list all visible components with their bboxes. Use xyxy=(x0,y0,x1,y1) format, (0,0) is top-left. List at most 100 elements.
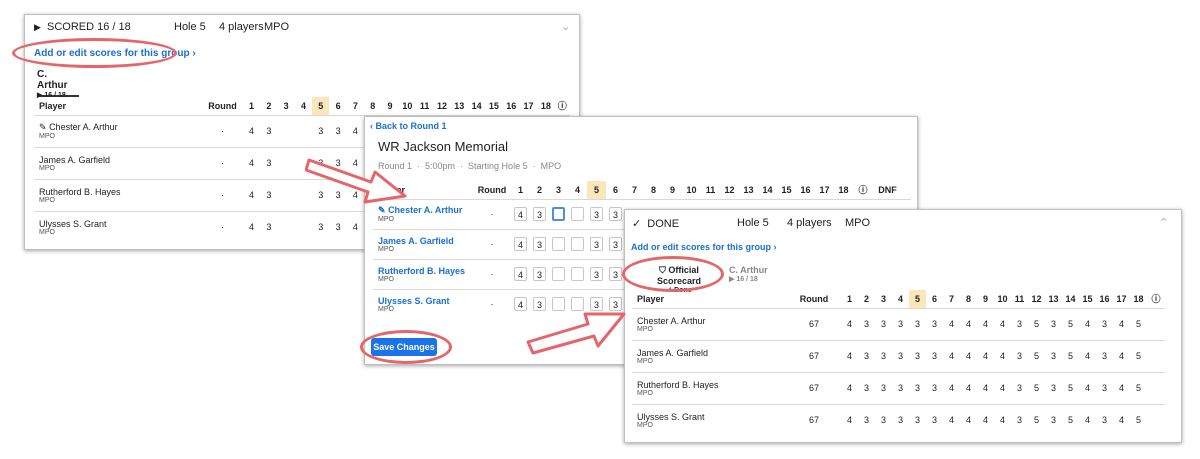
col-header-hole: 4 xyxy=(897,293,903,304)
col-header-hole: 6 xyxy=(931,293,937,304)
card-tab[interactable]: C. Arthur ▶ 16 / 18 xyxy=(729,265,777,289)
score-input[interactable]: 3 xyxy=(533,207,546,221)
score-input[interactable]: 3 xyxy=(609,207,622,221)
score-input[interactable]: 3 xyxy=(590,207,603,221)
group-header[interactable]: ✓ DONE Hole 5 4 players MPO ⌃ xyxy=(632,217,1172,231)
score-input[interactable]: 4 xyxy=(514,237,527,251)
table-row[interactable]: Chester A. Arthur MPO 67 4333334444353543… xyxy=(632,307,1165,340)
score-input-active[interactable] xyxy=(552,207,565,221)
col-header-hole: 13 xyxy=(1048,293,1059,304)
score-cell: 3 xyxy=(858,307,875,340)
score-cell: 4 xyxy=(841,307,858,340)
score-cell: 4 xyxy=(994,403,1011,436)
score-input[interactable]: 3 xyxy=(590,237,603,251)
col-header-hole: 13 xyxy=(743,184,754,195)
player-name[interactable]: Ulysses S. Grant xyxy=(378,296,473,306)
score-cell: 5 xyxy=(1062,339,1079,372)
info-icon[interactable]: ⓘ xyxy=(853,181,873,199)
table-row[interactable]: James A. Garfield MPO 67 4333334444353543… xyxy=(632,339,1165,372)
group-panel-done: ✓ DONE Hole 5 4 players MPO ⌃ Add or edi… xyxy=(624,209,1182,443)
group-header[interactable]: ▶ SCORED 16 / 18 Hole 5 4 players MPO ⌄ xyxy=(34,21,574,35)
score-input[interactable]: 3 xyxy=(609,237,622,251)
player-name: Rutherford B. Hayes xyxy=(637,379,719,390)
score-cell: 3 xyxy=(1045,403,1062,436)
info-icon[interactable]: ⓘ xyxy=(555,97,571,115)
player-name[interactable]: James A. Garfield xyxy=(378,236,473,246)
score-cell: 3 xyxy=(329,210,347,243)
score-input[interactable] xyxy=(552,267,565,281)
col-header-hole: 17 xyxy=(1116,293,1127,304)
score-cell: 4 xyxy=(943,307,960,340)
chevron-down-icon[interactable]: ⌄ xyxy=(561,20,570,33)
score-input[interactable] xyxy=(571,267,584,281)
score-cell: 3 xyxy=(312,210,330,243)
player-name[interactable]: Rutherford B. Hayes xyxy=(378,266,473,276)
score-cell: 3 xyxy=(926,339,943,372)
score-cell xyxy=(277,114,295,147)
highlight-oval xyxy=(360,330,452,364)
col-header-hole: 18 xyxy=(838,184,849,195)
col-header-hole: 9 xyxy=(982,293,988,304)
score-cell: 3 xyxy=(875,403,892,436)
score-cell: 4 xyxy=(346,210,365,243)
score-cell: 3 xyxy=(1011,403,1028,436)
table-row[interactable]: Rutherford B. Hayes MPO 67 43333344443535… xyxy=(632,371,1165,404)
score-cell: 5 xyxy=(1130,307,1147,340)
col-header-hole: 11 xyxy=(705,184,716,195)
table-row[interactable]: Ulysses S. Grant MPO 67 43333344443535434… xyxy=(632,403,1165,436)
score-cell: 3 xyxy=(1011,371,1028,404)
col-header-hole: 7 xyxy=(352,100,358,111)
score-cell: 4 xyxy=(994,307,1011,340)
score-input[interactable]: 4 xyxy=(514,267,527,281)
back-link[interactable]: ‹ Back to Round 1 xyxy=(370,121,447,131)
score-cell: 3 xyxy=(909,403,926,436)
score-cell: 3 xyxy=(1011,339,1028,372)
score-cell: 4 xyxy=(1079,339,1096,372)
round-cell: · xyxy=(202,178,243,211)
play-icon: ▶ xyxy=(34,22,41,32)
score-input[interactable]: 3 xyxy=(533,267,546,281)
score-input[interactable]: 3 xyxy=(590,267,603,281)
edit-scores-link[interactable]: Add or edit scores for this group › xyxy=(631,242,777,252)
score-cell: 4 xyxy=(841,339,858,372)
info-icon[interactable]: ⓘ xyxy=(1147,290,1165,308)
player-name[interactable]: Chester A. Arthur xyxy=(388,205,462,215)
score-input[interactable]: 3 xyxy=(609,267,622,281)
score-cell: 4 xyxy=(1079,371,1096,404)
edit-icon[interactable]: ✎ xyxy=(39,122,47,132)
col-header-player: Player xyxy=(637,293,665,304)
score-cell: 4 xyxy=(1113,403,1130,436)
score-input[interactable]: 3 xyxy=(533,237,546,251)
score-cell: 4 xyxy=(346,114,365,147)
score-cell: 3 xyxy=(875,307,892,340)
score-cell: 3 xyxy=(1096,307,1113,340)
round-cell: · xyxy=(473,258,511,289)
col-header-hole: 2 xyxy=(863,293,869,304)
col-header-hole: 18 xyxy=(1133,293,1144,304)
col-header-hole: 9 xyxy=(387,100,393,111)
score-cell: 5 xyxy=(1062,307,1079,340)
table-header-row: Player Round 1 2 3 4 5 6 7 8 9 10 11 12 … xyxy=(373,181,911,199)
arrow-icon xyxy=(526,312,626,355)
card-tab[interactable]: C. Arthur ▶ 16 / 18 xyxy=(37,69,79,99)
score-cell xyxy=(294,114,313,147)
round-total: 67 xyxy=(787,307,841,340)
hole-text: Hole 5 xyxy=(737,217,769,229)
col-header-hole: 4 xyxy=(300,100,306,111)
score-input[interactable] xyxy=(571,237,584,251)
col-header-hole: 1 xyxy=(249,100,255,111)
score-cell: 5 xyxy=(1028,307,1045,340)
col-header-hole-current: 5 xyxy=(312,97,330,115)
col-header-hole-current: 5 xyxy=(909,290,926,308)
edit-icon[interactable]: ✎ xyxy=(378,205,386,215)
score-input[interactable]: 4 xyxy=(514,207,527,221)
score-cell: 3 xyxy=(909,371,926,404)
chevron-up-icon[interactable]: ⌃ xyxy=(1159,216,1168,229)
score-cell: 3 xyxy=(926,307,943,340)
round-cell: · xyxy=(473,228,511,259)
score-input[interactable] xyxy=(571,207,584,221)
score-input[interactable] xyxy=(552,237,565,251)
score-cell: 3 xyxy=(909,339,926,372)
round-cell: · xyxy=(202,114,243,147)
score-cell: 4 xyxy=(1113,307,1130,340)
